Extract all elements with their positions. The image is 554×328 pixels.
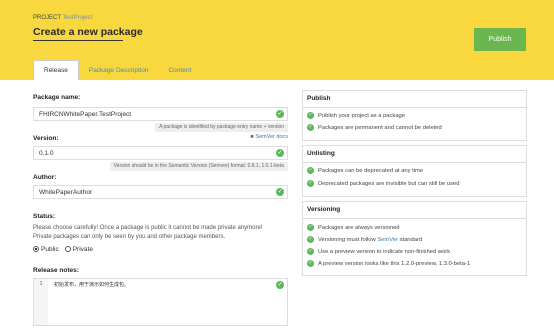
check-circle-icon: ✓ [276,110,284,118]
release-notes-text: 初始发布，用于演示如何生成包。 [54,282,130,288]
list-item-text: Packages can be deprecated at any time [318,167,424,174]
check-circle-icon: ✓ [307,180,314,187]
author-field[interactable]: WhitePaperAuthor ✓ [33,185,288,199]
package-name-label: Package name: [33,94,81,101]
list-item: ✓ Deprecated packages are invisible but c… [307,180,459,187]
header-bar: PROJECT TestProject Create a new package… [0,0,554,80]
list-item: ✓ Packages are always versioned [307,224,400,231]
project-breadcrumb: PROJECT TestProject [33,15,92,21]
tab-package-description[interactable]: Package Description [79,60,159,80]
page-title: Create a new package [33,26,143,38]
versioning-box-title: Versioning [307,206,341,213]
package-name-value: FHIRCNWhitePaper.TestProject [39,111,132,118]
publish-box-title: Publish [307,95,331,102]
status-warning: Please choose carefully! Once a package … [33,225,263,231]
radio-empty-icon [64,246,71,252]
divider [303,162,526,163]
public-label: Public [41,246,59,253]
list-item-text: Use a preview version to indicate non-fi… [318,248,451,255]
versioning-info-box: Versioning ✓ Packages are always versione… [302,201,527,276]
package-name-hint: A package is identified by package entry… [155,123,288,132]
check-circle-icon: ✓ [276,149,284,157]
tab-content[interactable]: Content [158,60,201,80]
publish-button[interactable]: Publish [474,28,526,51]
version-value: 0.1.0 [39,150,54,157]
author-label: Author: [33,174,57,181]
semver-docs-label: SemVer docs [255,134,288,140]
list-item-text: standard [399,236,423,243]
list-item-text: Publish your project as a package [318,112,406,119]
package-name-field[interactable]: FHIRCNWhitePaper.TestProject ✓ [33,107,288,121]
list-item-text: Versioning must follow [318,236,376,243]
check-circle-icon: ✓ [307,224,314,231]
check-circle-icon: ✓ [307,124,314,131]
private-radio[interactable]: Private [64,246,93,253]
tab-bar: Release Package Description Content [33,60,201,80]
version-label: Version: [33,135,59,142]
version-field[interactable]: 0.1.0 ✓ [33,146,288,160]
check-circle-icon: ✓ [307,248,314,255]
list-item-text: A preview version looks like this 1.2.0-… [318,260,471,267]
radio-selected-icon [33,246,39,252]
list-item-text: Packages are always versioned [318,224,400,231]
status-radio-group: Public Private [33,246,93,253]
list-item-text: Deprecated packages are invisible but ca… [318,180,460,187]
tab-release[interactable]: Release [33,60,79,80]
semver-docs-link[interactable]: ■ SemVer docs [250,134,288,140]
version-hint: Version should be in the Semantic Versio… [109,162,288,171]
list-item: ✓ Publish your project as a package [307,112,405,119]
list-item: ✓ Packages can be deprecated at any time [307,167,423,174]
status-info: Private packages can only be seen by you… [33,234,226,240]
unlisting-info-box: Unlisting ✓ Packages can be deprecated at… [302,145,527,197]
unlisting-box-title: Unlisting [307,150,335,157]
line-gutter: 1 [34,279,48,325]
release-notes-label: Release notes: [33,267,79,274]
check-circle-icon: ✓ [307,167,314,174]
title-underline [33,40,123,41]
list-item: ✓ Versioning must follow SemVer standard [307,236,422,243]
divider [303,107,526,108]
release-notes-editor[interactable]: 1 初始发布，用于演示如何生成包。 ✓ [33,278,288,326]
check-circle-icon: ✓ [307,260,314,267]
check-circle-icon: ✓ [276,188,284,196]
author-value: WhitePaperAuthor [39,189,93,196]
project-name-link[interactable]: TestProject [62,15,92,21]
book-icon: ■ [250,134,254,140]
publish-info-box: Publish ✓ Publish your project as a packa… [302,90,527,141]
list-item-text: Packages are permanent and cannot be del… [318,124,442,131]
list-item: ✓ A preview version looks like this 1.2.0… [307,260,470,267]
check-circle-icon: ✓ [307,112,314,119]
private-label: Private [72,246,93,253]
check-circle-icon: ✓ [307,236,314,243]
line-number: 1 [39,281,43,287]
list-item: ✓ Packages are permanent and cannot be de… [307,124,442,131]
semver-link[interactable]: SemVer [377,237,398,243]
divider [303,218,526,219]
check-circle-icon: ✓ [276,281,284,289]
status-label: Status: [33,213,56,220]
public-radio[interactable]: Public [33,246,59,253]
list-item: ✓ Use a preview version to indicate non-f… [307,248,450,255]
project-prefix: PROJECT [33,15,61,21]
